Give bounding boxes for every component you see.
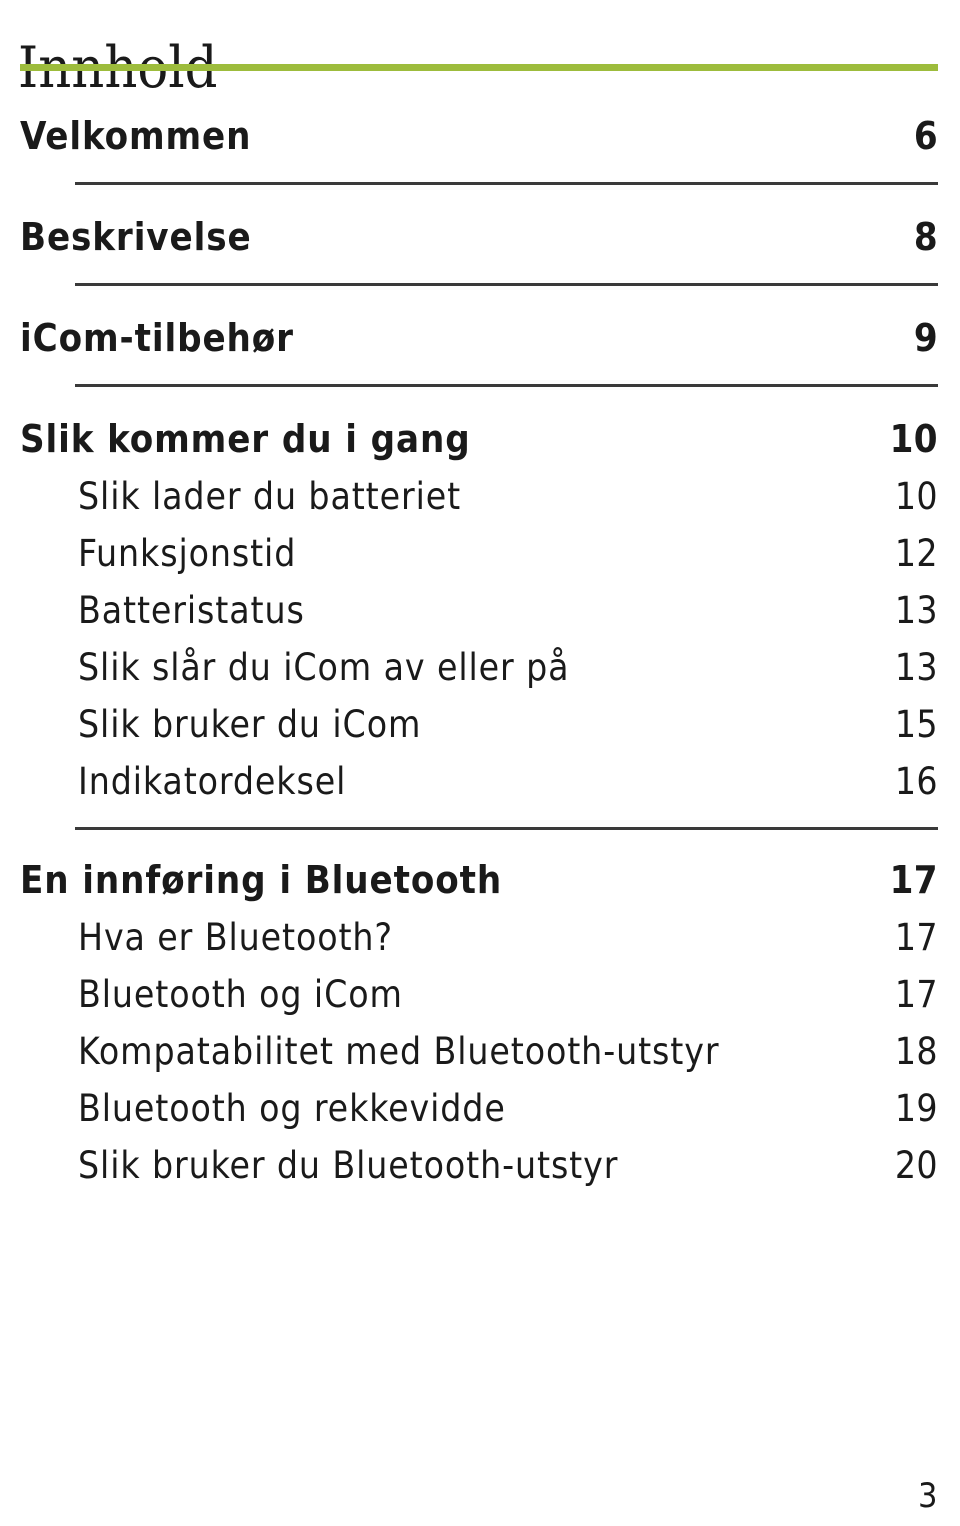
title-accent-rule [20,64,938,71]
toc-entry-page-number: 13 [894,589,938,632]
toc-sub-entry[interactable]: Bluetooth og rekkevidde 19 [0,1083,960,1140]
table-of-contents: Velkommen 6 Beskrivelse 8 iCom-tilbehør 9 Slik… [0,110,960,1197]
toc-sub-entry[interactable]: Funksjonstid 12 [0,528,960,585]
toc-entry-page-number: 17 [894,916,938,959]
toc-sub-entry[interactable]: Indikatordeksel 16 [0,756,960,813]
toc-entry-page-number: 16 [894,760,938,803]
toc-section-entry[interactable]: Beskrivelse 8 [0,211,960,269]
toc-separator-rule [75,827,938,830]
toc-sub-entry[interactable]: Slik slår du iCom av eller på 13 [0,642,960,699]
toc-entry-page-number: 17 [894,973,938,1016]
toc-section-entry[interactable]: Slik kommer du i gang 10 [0,413,960,471]
toc-entry-label: Beskrivelse [20,215,252,259]
toc-sub-entry[interactable]: Slik bruker du Bluetooth-utstyr 20 [0,1140,960,1197]
toc-separator-rule [75,283,938,286]
toc-sub-entry[interactable]: Slik lader du batteriet 10 [0,471,960,528]
toc-entry-page-number: 6 [913,114,938,158]
toc-entry-label: Velkommen [20,114,252,158]
toc-section-entry[interactable]: iCom-tilbehør 9 [0,312,960,370]
toc-entry-page-number: 12 [894,532,938,575]
toc-entry-page-number: 19 [894,1087,938,1130]
toc-entry-page-number: 10 [894,475,938,518]
toc-entry-label: Bluetooth og rekkevidde [78,1087,506,1130]
toc-entry-label: Indikatordeksel [78,760,347,803]
toc-separator-rule [75,384,938,387]
toc-sub-entry[interactable]: Bluetooth og iCom 17 [0,969,960,1026]
toc-page: Innhold Velkommen 6 Beskrivelse 8 iCom-tilbe… [0,0,960,1526]
toc-entry-page-number: 10 [889,417,938,461]
toc-sub-entry[interactable]: Kompatabilitet med Bluetooth-utstyr 18 [0,1026,960,1083]
toc-section-entry[interactable]: Velkommen 6 [0,110,960,168]
toc-entry-label: Bluetooth og iCom [78,973,403,1016]
toc-sub-entry[interactable]: Batteristatus 13 [0,585,960,642]
toc-entry-label: En innføring i Bluetooth [20,858,503,902]
toc-sub-entry[interactable]: Hva er Bluetooth? 17 [0,912,960,969]
toc-entry-label: Slik bruker du Bluetooth-utstyr [78,1144,619,1187]
toc-entry-page-number: 9 [913,316,938,360]
toc-entry-label: Hva er Bluetooth? [78,916,393,959]
toc-entry-page-number: 20 [894,1144,938,1187]
toc-sub-entry[interactable]: Slik bruker du iCom 15 [0,699,960,756]
toc-section-entry[interactable]: En innføring i Bluetooth 17 [0,854,960,912]
toc-entry-page-number: 13 [894,646,938,689]
toc-entry-label: Slik slår du iCom av eller på [78,646,570,689]
page-number-footer: 3 [918,1476,938,1516]
toc-entry-page-number: 18 [894,1030,938,1073]
toc-entry-label: Slik kommer du i gang [20,417,471,461]
toc-entry-label: Batteristatus [78,589,305,632]
toc-entry-page-number: 17 [889,858,938,902]
toc-entry-page-number: 15 [894,703,938,746]
toc-separator-rule [75,182,938,185]
toc-entry-label: iCom-tilbehør [20,316,294,360]
toc-entry-page-number: 8 [913,215,938,259]
toc-entry-label: Kompatabilitet med Bluetooth-utstyr [78,1030,720,1073]
toc-entry-label: Slik lader du batteriet [78,475,462,518]
toc-entry-label: Slik bruker du iCom [78,703,422,746]
toc-entry-label: Funksjonstid [78,532,297,575]
